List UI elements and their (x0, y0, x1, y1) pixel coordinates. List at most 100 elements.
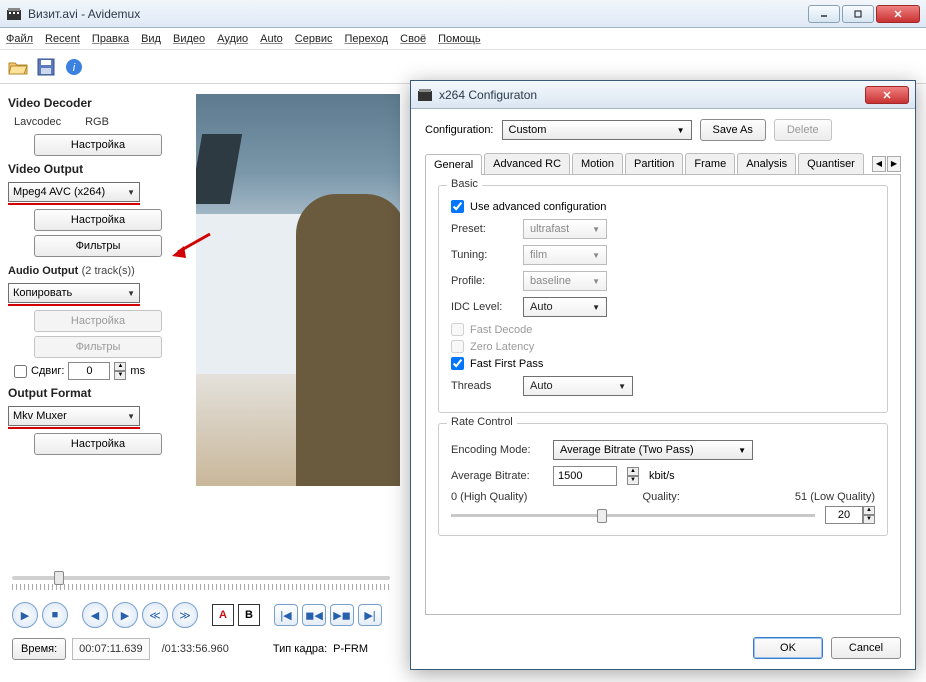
save-icon[interactable] (34, 55, 58, 79)
menu-edit[interactable]: Правка (92, 33, 129, 45)
video-filters-button[interactable]: Фильтры (34, 235, 162, 257)
menu-recent[interactable]: Recent (45, 33, 80, 45)
shift-input[interactable] (68, 362, 110, 380)
mark-a-button[interactable]: A (212, 604, 234, 626)
tab-quantiser[interactable]: Quantiser (798, 153, 864, 174)
threads-combo[interactable]: Auto▼ (523, 376, 633, 396)
tab-frame[interactable]: Frame (685, 153, 735, 174)
decoder-settings-button[interactable]: Настройка (34, 134, 162, 156)
bitrate-label: Average Bitrate: (451, 470, 543, 482)
fast-decode-label: Fast Decode (470, 324, 532, 336)
shift-up[interactable]: ▲ (114, 362, 126, 371)
goto-start-button[interactable]: |◀ (274, 604, 298, 626)
fast-decode-checkbox (451, 323, 464, 336)
config-combo[interactable]: Custom ▼ (502, 120, 692, 140)
prev-frame-button[interactable]: ◀ (82, 602, 108, 628)
menu-video[interactable]: Видео (173, 33, 205, 45)
video-codec-combo[interactable]: Mpeg4 AVC (x264)▼ (8, 182, 140, 202)
ms-label: ms (130, 365, 145, 377)
menu-view[interactable]: Вид (141, 33, 161, 45)
next-frame-button[interactable]: ▶ (112, 602, 138, 628)
bitrate-down[interactable]: ▼ (627, 476, 639, 485)
quality-down[interactable]: ▼ (863, 515, 875, 524)
shift-down[interactable]: ▼ (114, 371, 126, 380)
quality-slider[interactable] (451, 514, 815, 517)
tab-general[interactable]: General (425, 154, 482, 175)
time-value: 00:07:11.639 (72, 638, 149, 660)
audio-output-head: Audio Output (2 track(s)) (8, 263, 188, 277)
window-title: Визит.avi - Avidemux (28, 7, 808, 21)
save-as-button[interactable]: Save As (700, 119, 766, 141)
goto-end-button[interactable]: ▶| (358, 604, 382, 626)
tab-scroll-left[interactable]: ◀ (872, 156, 886, 172)
audio-mode-combo[interactable]: Копировать▼ (8, 283, 140, 303)
menu-help[interactable]: Помощь (438, 33, 481, 45)
idc-combo[interactable]: Auto▼ (523, 297, 607, 317)
bitrate-unit: kbit/s (649, 470, 675, 482)
tab-analysis[interactable]: Analysis (737, 153, 796, 174)
menu-custom[interactable]: Своё (400, 33, 426, 45)
next-black-button[interactable]: ▶◼ (330, 604, 354, 626)
next-keyframe-button[interactable]: ≫ (172, 602, 198, 628)
tab-scroll-right[interactable]: ▶ (887, 156, 901, 172)
time-button[interactable]: Время: (12, 638, 66, 660)
rate-title: Rate Control (447, 416, 517, 428)
bitrate-up[interactable]: ▲ (627, 467, 639, 476)
profile-combo: baseline▼ (523, 271, 607, 291)
quality-thumb[interactable] (597, 509, 607, 523)
cancel-button[interactable]: Cancel (831, 637, 901, 659)
bitrate-input[interactable] (553, 466, 617, 486)
titlebar: Визит.avi - Avidemux (0, 0, 926, 28)
play-button[interactable]: ▶ (12, 602, 38, 628)
x264-dialog: x264 Configuraton Configuration: Custom ▼… (410, 80, 916, 670)
use-advanced-checkbox[interactable] (451, 200, 464, 213)
zero-latency-checkbox (451, 340, 464, 353)
maximize-button[interactable] (842, 5, 874, 23)
video-codec-value: Mpeg4 AVC (x264) (13, 186, 105, 198)
prev-black-button[interactable]: ◼◀ (302, 604, 326, 626)
timeline-slider[interactable] (12, 576, 390, 580)
chevron-down-icon: ▼ (127, 412, 135, 421)
encoding-mode-combo[interactable]: Average Bitrate (Two Pass)▼ (553, 440, 753, 460)
format-settings-button[interactable]: Настройка (34, 433, 162, 455)
sidebar: Video Decoder Lavcodec RGB Настройка Vid… (0, 84, 196, 628)
delete-button: Delete (774, 119, 832, 141)
tab-advanced-rc[interactable]: Advanced RC (484, 153, 570, 174)
muxer-combo[interactable]: Mkv Muxer▼ (8, 406, 140, 426)
menu-tools[interactable]: Сервис (295, 33, 333, 45)
menu-file[interactable]: Файл (6, 33, 33, 45)
timeline-thumb[interactable] (54, 571, 64, 585)
stop-button[interactable]: ■ (42, 602, 68, 628)
minimize-button[interactable] (808, 5, 840, 23)
dialog-titlebar: x264 Configuraton (411, 81, 915, 109)
video-output-head: Video Output (8, 162, 188, 176)
annotation-underline (8, 203, 140, 205)
tab-motion[interactable]: Motion (572, 153, 623, 174)
video-preview (196, 94, 400, 486)
fast-first-checkbox[interactable] (451, 357, 464, 370)
close-button[interactable] (876, 5, 920, 23)
prev-keyframe-button[interactable]: ≪ (142, 602, 168, 628)
config-label: Configuration: (425, 124, 494, 136)
config-value: Custom (509, 124, 547, 136)
quality-label: Quality: (643, 491, 680, 503)
ok-button[interactable]: OK (753, 637, 823, 659)
menu-audio[interactable]: Аудио (217, 33, 248, 45)
quality-input[interactable] (825, 506, 863, 524)
audio-settings-button: Настройка (34, 310, 162, 332)
open-icon[interactable] (6, 55, 30, 79)
idc-label: IDC Level: (451, 301, 513, 313)
chevron-down-icon: ▼ (677, 126, 685, 135)
dialog-close-button[interactable] (865, 86, 909, 104)
video-settings-button[interactable]: Настройка (34, 209, 162, 231)
menu-goto[interactable]: Переход (344, 33, 388, 45)
audio-filters-button: Фильтры (34, 336, 162, 358)
quality-min-label: 0 (High Quality) (451, 491, 527, 503)
tab-partition[interactable]: Partition (625, 153, 683, 174)
shift-checkbox[interactable] (14, 365, 27, 378)
mark-b-button[interactable]: B (238, 604, 260, 626)
basic-title: Basic (447, 178, 482, 190)
menu-auto[interactable]: Auto (260, 33, 283, 45)
info-icon[interactable]: i (62, 55, 86, 79)
quality-up[interactable]: ▲ (863, 506, 875, 515)
